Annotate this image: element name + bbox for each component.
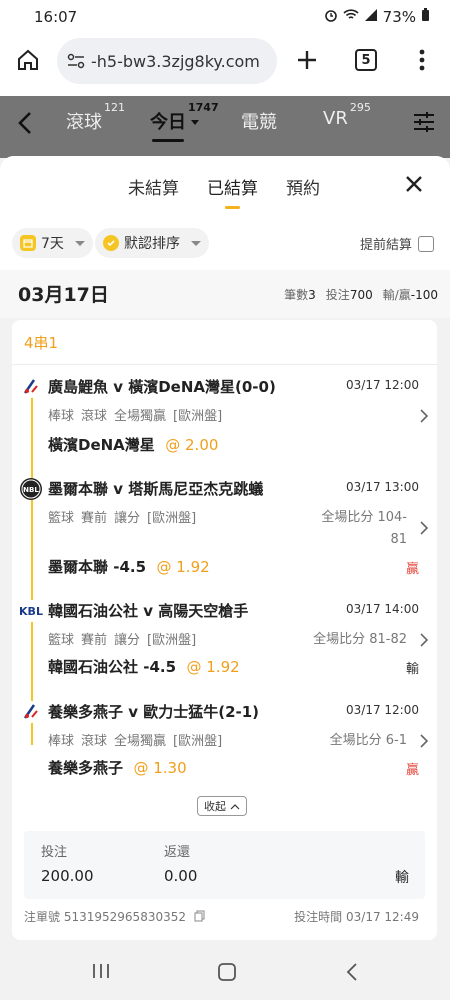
npb-logo-icon (20, 701, 42, 723)
tab-count: 5 (355, 49, 377, 71)
close-icon[interactable] (404, 174, 424, 198)
tab-reserved[interactable]: 預約 (286, 174, 320, 199)
check-icon (103, 235, 119, 251)
home-nav-icon[interactable] (217, 962, 237, 986)
bet-card: 4串1 廣島鯉魚 v 橫濱DeNA灣星(0-0) 03/17 12:00 棒球滾… (12, 320, 437, 940)
svg-text:KBL: KBL (19, 605, 43, 618)
more-menu-icon[interactable] (408, 46, 436, 74)
chevron-right-icon[interactable] (419, 520, 429, 540)
bet-history-sheet: 未結算 已結算 預約 7天 默認排序 提前結算 03月17日 筆數3 投注700… (0, 156, 450, 946)
nav-item-esports[interactable]: 電競 (241, 108, 277, 134)
status-bar: 16:07 73% (0, 0, 450, 34)
early-settle-checkbox[interactable] (418, 235, 434, 252)
chevron-down-icon (74, 240, 85, 246)
return-value: 0.00 (164, 867, 198, 885)
copy-icon[interactable] (194, 910, 206, 925)
ticket-info: 注單號 5131952965830352 投注時間 03/17 12:49 (24, 910, 419, 925)
new-tab-icon[interactable] (293, 46, 321, 74)
nav-item-today[interactable]: 今日 1747 (150, 101, 219, 142)
home-icon[interactable] (14, 46, 42, 74)
kbl-logo-icon: KBL (18, 600, 44, 622)
battery-percent: 73% (382, 8, 416, 26)
app-nav-bar: 滾球 121 今日 1747 電競 VR 295 (0, 96, 450, 158)
leg-item[interactable]: NBL 墨爾本聯 v 塔斯馬尼亞杰克跳蟻 03/17 13:00 籃球 賽前 讓分[… (12, 478, 437, 588)
date-label: 03月17日 (18, 284, 109, 306)
battery-icon (421, 8, 430, 26)
date-header: 03月17日 筆數3 投注700 輸/贏-100 (0, 270, 450, 318)
filter-row: 7天 默認排序 提前結算 (0, 218, 450, 270)
nav-item-inplay[interactable]: 滾球 121 (66, 101, 125, 134)
recents-icon[interactable] (92, 962, 110, 984)
leg-score: 全場比分 81-82 (313, 632, 407, 647)
chevron-up-icon (230, 800, 240, 813)
chevron-right-icon[interactable] (419, 733, 429, 753)
back-nav-icon[interactable] (345, 962, 359, 986)
back-arrow-icon[interactable] (14, 110, 36, 140)
tab-unsettled[interactable]: 未結算 (128, 174, 179, 199)
tab-settled[interactable]: 已結算 (207, 174, 258, 209)
status-time: 16:07 (34, 8, 78, 26)
bet-outcome: 輸 (395, 870, 409, 886)
leg-item[interactable]: 養樂多燕子 v 歐力士猛牛(2-1) 03/17 12:00 棒球 滾球 全場獨贏[… (12, 701, 437, 796)
leg-score: 全場比分 6-1 (329, 733, 407, 748)
signal-icon (364, 8, 378, 26)
alarm-icon (324, 8, 338, 26)
chevron-right-icon[interactable] (419, 632, 429, 652)
svg-text:NBL: NBL (23, 486, 39, 494)
leg-result: 贏 (405, 763, 419, 778)
date-summary: 筆數3 投注700 輸/贏-100 (284, 288, 438, 302)
ticket-number: 5131952965830352 (63, 910, 186, 924)
bet-type-title: 4串1 (24, 334, 59, 352)
stake-value: 200.00 (41, 867, 94, 885)
leg-item[interactable]: 廣島鯉魚 v 橫濱DeNA灣星(0-0) 03/17 12:00 棒球 滾球 全場獨… (12, 376, 437, 471)
chevron-down-icon (191, 240, 201, 246)
site-settings-icon[interactable] (67, 53, 85, 69)
npb-logo-icon (20, 376, 42, 398)
filter-settings-icon[interactable] (412, 110, 436, 138)
tab-switcher-button[interactable]: 5 (352, 46, 380, 74)
chevron-right-icon[interactable] (419, 408, 429, 428)
sheet-header: 未結算 已結算 預約 (0, 156, 450, 218)
leg-result: 贏 (405, 562, 419, 577)
wifi-icon (343, 8, 359, 26)
early-settle-toggle[interactable]: 提前結算 (360, 234, 434, 253)
bet-time: 03/17 12:49 (346, 910, 419, 924)
url-text: -h5-bw3.3zjg8ky.com (91, 51, 260, 71)
leg-score: 全場比分 104-81 (321, 510, 407, 547)
nav-item-vr[interactable]: VR 295 (323, 101, 371, 129)
nbl-logo-icon: NBL (20, 478, 42, 500)
sort-dropdown[interactable]: 默認排序 (95, 228, 209, 258)
calendar-icon (20, 235, 36, 251)
browser-toolbar: -h5-bw3.3zjg8ky.com 5 (0, 34, 450, 96)
collapse-button[interactable]: 收起 (197, 796, 247, 816)
system-nav-bar (0, 946, 450, 1000)
today-dropdown-icon (191, 120, 199, 125)
period-dropdown[interactable]: 7天 (12, 228, 93, 258)
leg-item[interactable]: KBL 韓國石油公社 v 高陽天空槍手 03/17 14:00 籃球 賽前 讓分 [歐… (12, 600, 437, 695)
address-bar[interactable]: -h5-bw3.3zjg8ky.com (57, 38, 277, 84)
leg-result: 輸 (405, 662, 419, 677)
stake-summary: 投注 200.00 返還 0.00 輸 (24, 831, 425, 899)
